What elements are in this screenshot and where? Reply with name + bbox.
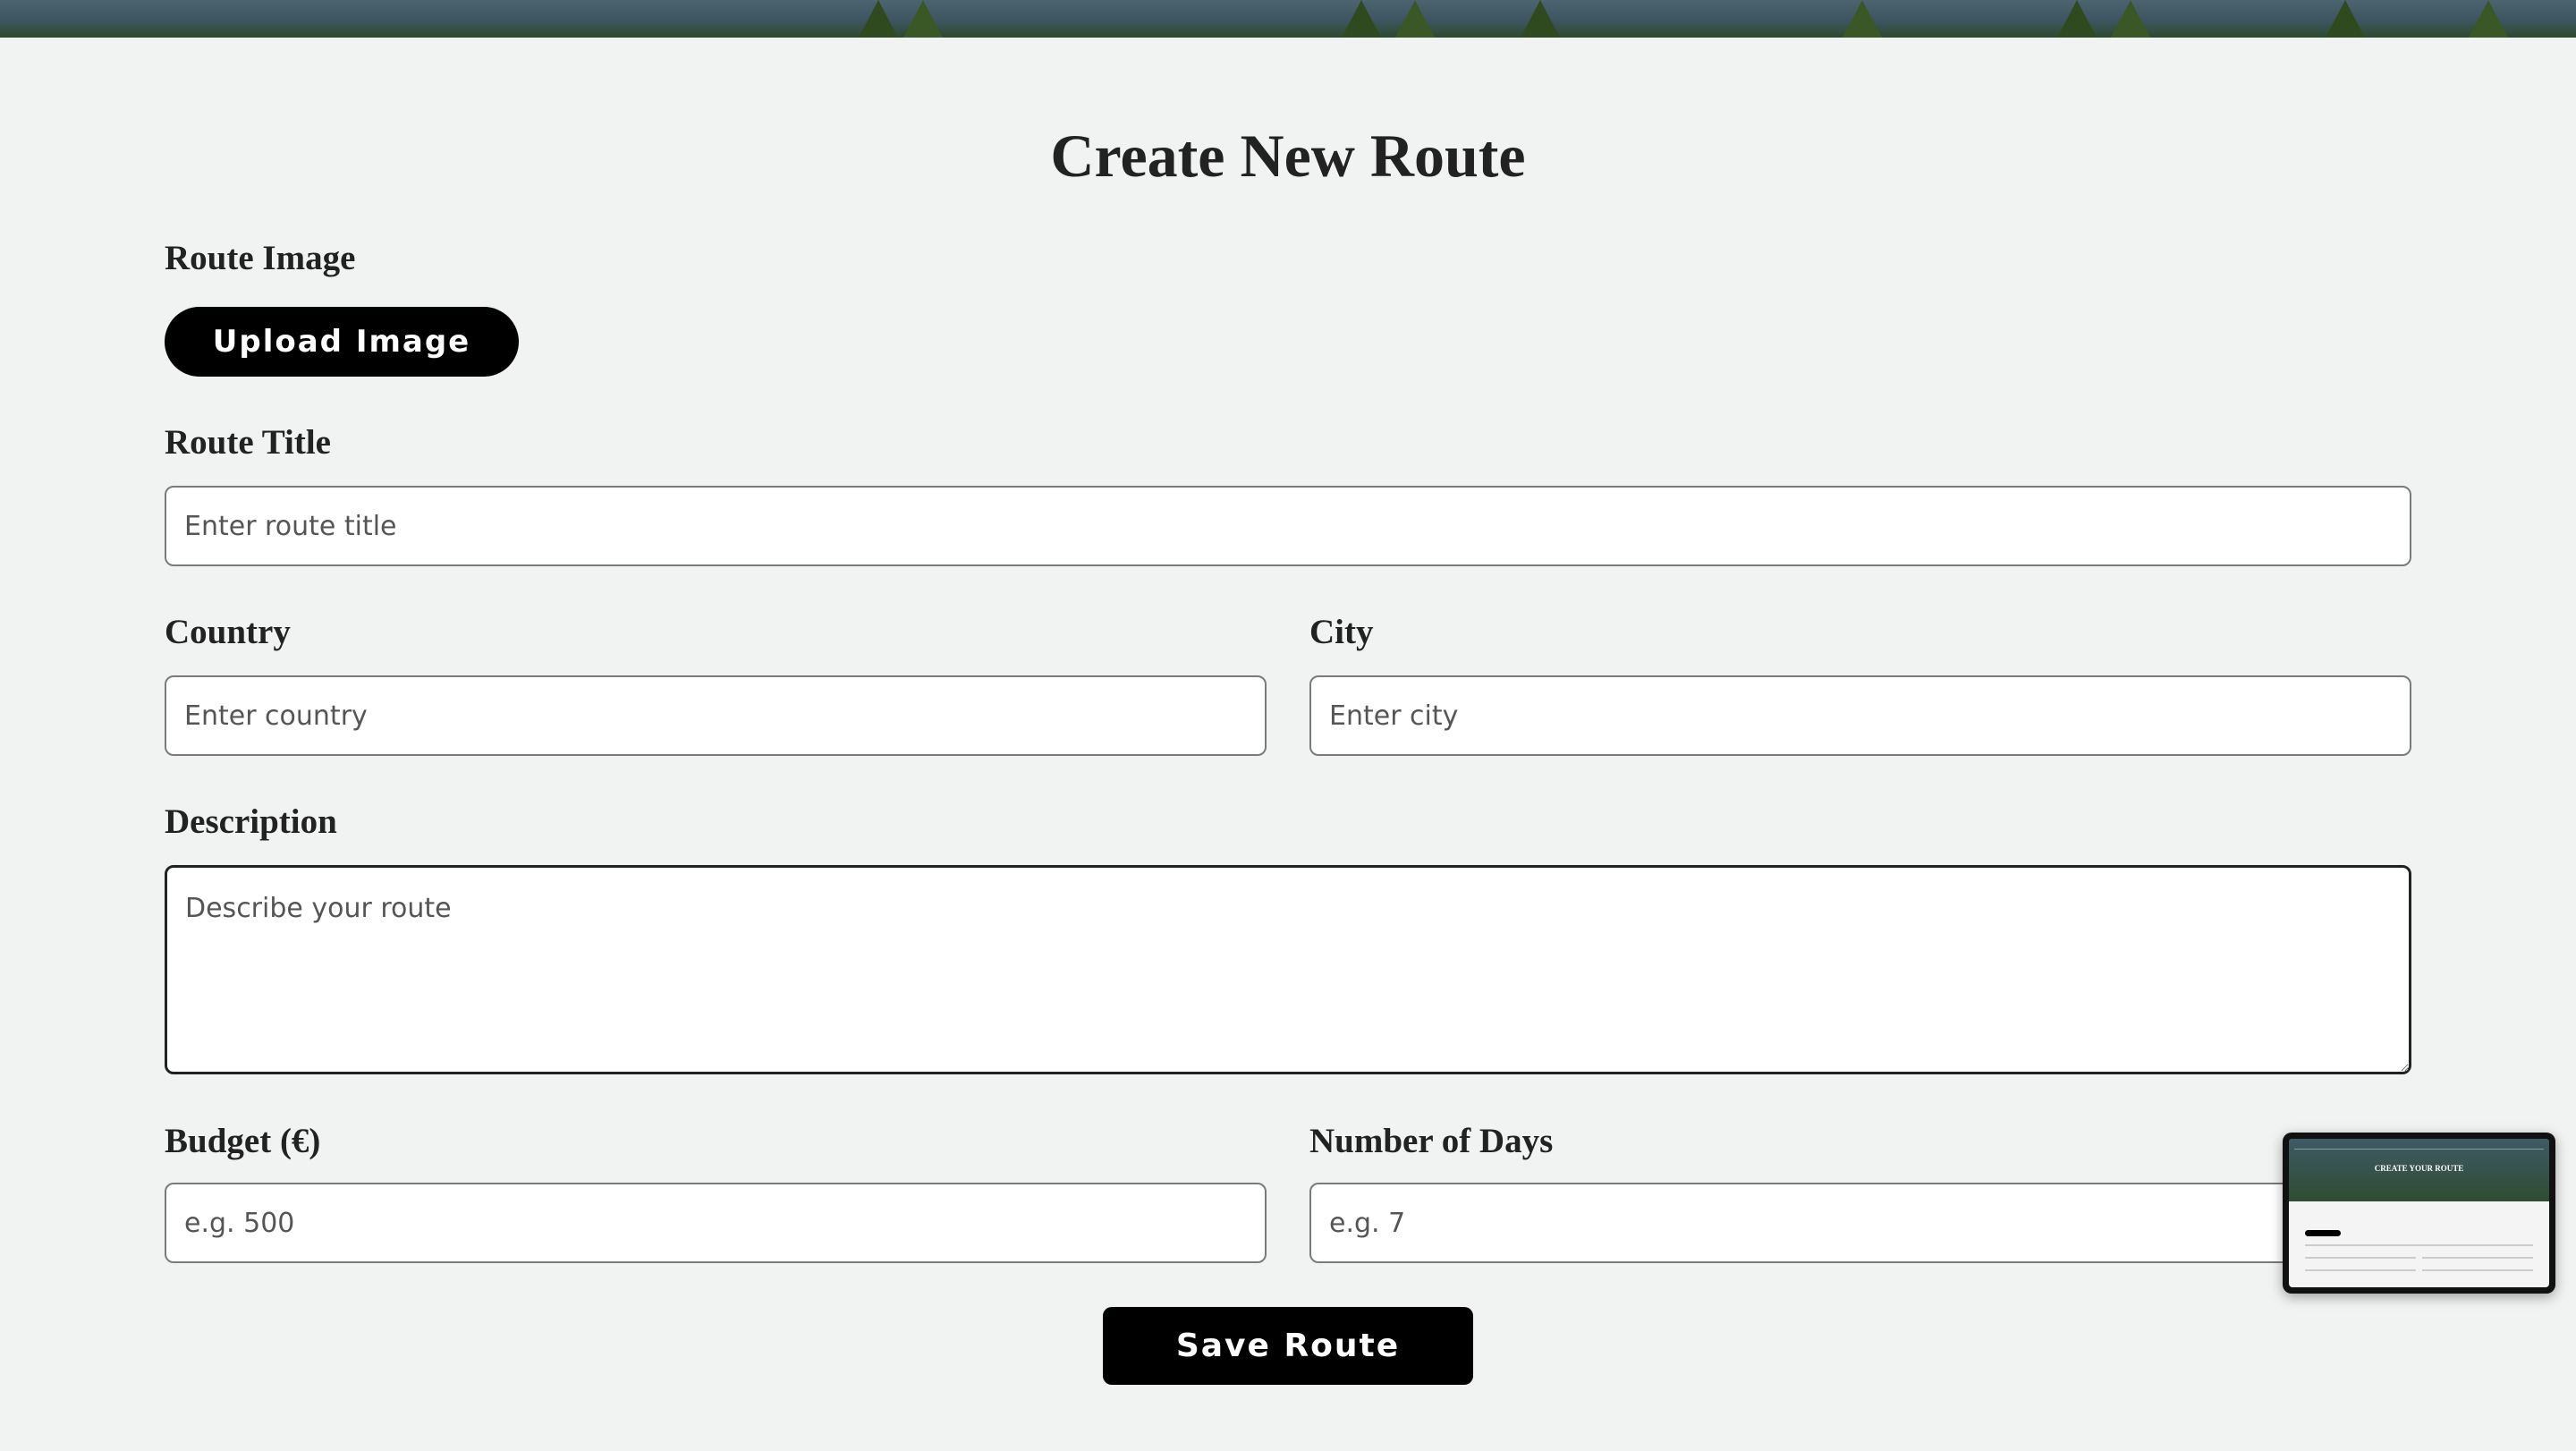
preview-field xyxy=(2422,1269,2533,1271)
hero-image-strip xyxy=(0,0,2576,38)
preview-field xyxy=(2422,1257,2533,1259)
preview-field xyxy=(2305,1269,2416,1271)
preview-hero-title: CREATE YOUR ROUTE xyxy=(2374,1164,2464,1173)
budget-input[interactable] xyxy=(165,1183,1267,1263)
days-label: Number of Days xyxy=(1309,1122,1554,1160)
description-textarea[interactable] xyxy=(165,865,2411,1074)
route-image-label: Route Image xyxy=(165,239,356,277)
country-label: Country xyxy=(165,613,291,651)
city-label: City xyxy=(1309,613,1374,651)
tree-silhouette xyxy=(2111,0,2150,38)
tree-silhouette xyxy=(903,0,943,38)
preview-field xyxy=(2305,1244,2533,1246)
tree-silhouette xyxy=(1843,0,1882,38)
budget-label: Budget (€) xyxy=(165,1122,321,1160)
tree-silhouette xyxy=(1342,0,1381,38)
tree-silhouette xyxy=(1521,0,1560,38)
description-label: Description xyxy=(165,802,337,841)
save-route-button[interactable]: Save Route xyxy=(1103,1307,1473,1385)
tree-silhouette xyxy=(2326,0,2365,38)
preview-field xyxy=(2305,1257,2416,1259)
route-title-input[interactable] xyxy=(165,486,2411,566)
preview-hero: CREATE YOUR ROUTE xyxy=(2289,1139,2549,1201)
tree-silhouette xyxy=(2057,0,2097,38)
country-input[interactable] xyxy=(165,675,1267,756)
preview-upload-button xyxy=(2305,1230,2341,1236)
tree-silhouette xyxy=(2469,0,2508,38)
preview-nav xyxy=(2294,1142,2544,1150)
preview-screen: CREATE YOUR ROUTE xyxy=(2289,1139,2549,1287)
page-preview-thumbnail[interactable]: CREATE YOUR ROUTE xyxy=(2283,1133,2555,1294)
days-input[interactable] xyxy=(1309,1183,2411,1263)
route-title-label: Route Title xyxy=(165,423,331,462)
city-input[interactable] xyxy=(1309,675,2411,756)
tree-silhouette xyxy=(859,0,898,38)
page-title: Create New Route xyxy=(1050,122,1526,190)
tree-silhouette xyxy=(1395,0,1435,38)
upload-image-button[interactable]: Upload Image xyxy=(165,307,519,377)
